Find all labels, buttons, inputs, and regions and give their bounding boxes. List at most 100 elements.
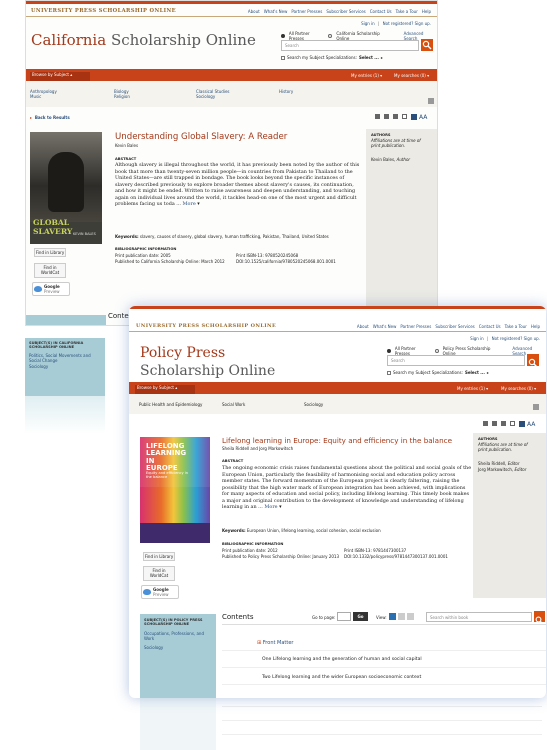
- my-entries-label: My entries (1): [351, 73, 379, 78]
- link-about[interactable]: About: [248, 9, 260, 14]
- search-button[interactable]: [421, 39, 433, 51]
- signup-link[interactable]: Not registered? Sign up.: [383, 21, 431, 26]
- print-icon[interactable]: [375, 114, 380, 119]
- search-within-button[interactable]: [534, 611, 545, 625]
- subject-link[interactable]: History: [279, 89, 293, 94]
- author-name[interactable]: Sheila Riddell,: [478, 461, 506, 466]
- subject-item[interactable]: Sociology: [25, 363, 105, 370]
- save-icon[interactable]: [492, 421, 497, 426]
- collapse-icon[interactable]: [533, 404, 539, 410]
- link-partner-presses[interactable]: Partner Presses: [291, 9, 322, 14]
- spec-checkbox[interactable]: [281, 55, 285, 60]
- toc-front-matter[interactable]: ⊞ Front Matter: [257, 640, 293, 646]
- spec-checkbox[interactable]: [387, 370, 391, 375]
- my-entries[interactable]: My entries (1) ▾: [351, 73, 382, 78]
- link-contact[interactable]: Contact Us: [479, 324, 501, 329]
- link-about[interactable]: About: [357, 324, 369, 329]
- keywords: slavery, causes of slavery, global slave…: [139, 234, 329, 239]
- collapse-icon[interactable]: [428, 98, 434, 104]
- subject-link[interactable]: Music: [30, 94, 57, 99]
- top-links: About What's New Partner Presses Subscri…: [248, 9, 431, 14]
- radio-site-icon[interactable]: [328, 34, 333, 38]
- more-link[interactable]: More: [183, 201, 196, 207]
- author-name[interactable]: Jorg Markowitsch,: [478, 467, 513, 472]
- email-icon[interactable]: [402, 114, 407, 119]
- email-icon[interactable]: [510, 421, 515, 426]
- back-to-results[interactable]: ▸ Back to Results: [30, 115, 70, 120]
- google-preview-button[interactable]: Google Preview: [32, 282, 70, 296]
- back-label: Back to Results: [34, 115, 70, 120]
- page-input[interactable]: [337, 612, 351, 621]
- save-icon[interactable]: [384, 114, 389, 119]
- link-help[interactable]: Help: [531, 324, 540, 329]
- subject-item[interactable]: Occupations, Professions, and Work: [140, 629, 216, 643]
- find-in-library-button[interactable]: Find in Library: [143, 552, 175, 561]
- book-title: Understanding Global Slavery: A Reader: [115, 132, 288, 142]
- top-links: About What's New Partner Presses Subscri…: [357, 324, 540, 329]
- abstract-label: ABSTRACT: [222, 459, 244, 463]
- signin-link[interactable]: Sign in: [470, 336, 484, 341]
- link-partner-presses[interactable]: Partner Presses: [400, 324, 431, 329]
- subject-link[interactable]: Public Health and Epidemiology: [139, 402, 202, 407]
- subject-item[interactable]: Politics, Social Movements and Social Ch…: [25, 353, 105, 363]
- print-date: Print publication date: 2012: [222, 548, 278, 553]
- google-preview-button[interactable]: Google Preview: [141, 585, 179, 599]
- spec-select[interactable]: Select ...: [359, 55, 379, 60]
- compact-view-icon[interactable]: [407, 613, 414, 620]
- search-within-input[interactable]: Search within book: [426, 612, 532, 622]
- subject-link[interactable]: Sociology: [304, 402, 323, 407]
- share-icon[interactable]: [411, 114, 417, 120]
- author-entry: Jorg Markowitsch, Editor: [478, 467, 526, 472]
- author-name[interactable]: Kevin Bales,: [371, 157, 395, 162]
- browse-by-subject-tab[interactable]: Browse by Subject ▴: [135, 385, 195, 394]
- browse-by-subject-tab[interactable]: Browse by Subject ▴: [30, 72, 90, 81]
- link-subscriber-services[interactable]: Subscriber Services: [326, 9, 365, 14]
- pen-icon[interactable]: [393, 114, 398, 119]
- find-in-worldcat-button[interactable]: Find in WorldCat: [34, 263, 66, 278]
- subject-link[interactable]: Religion: [114, 94, 130, 99]
- subject-item[interactable]: Sociology: [140, 643, 216, 652]
- find-in-library-button[interactable]: Find in Library: [34, 248, 66, 257]
- text-size-icon[interactable]: AA: [527, 421, 535, 428]
- chevron-up-icon: ▴: [175, 385, 178, 390]
- list-view-icon[interactable]: [389, 613, 396, 620]
- search-input[interactable]: Search: [387, 355, 525, 366]
- subject-link[interactable]: Social Work: [222, 402, 245, 407]
- doi: DOI:10.1332/policypress/9781447300137.00…: [344, 554, 448, 559]
- subject-link[interactable]: Sociology: [196, 94, 230, 99]
- search-button[interactable]: [527, 354, 539, 368]
- link-help[interactable]: Help: [422, 9, 431, 14]
- link-subscriber-services[interactable]: Subscriber Services: [435, 324, 474, 329]
- my-searches[interactable]: My searches (0) ▾: [501, 386, 536, 391]
- my-entries[interactable]: My entries (1) ▾: [457, 386, 488, 391]
- my-searches[interactable]: My searches (0) ▾: [394, 73, 429, 78]
- link-contact[interactable]: Contact Us: [370, 9, 392, 14]
- text-size-icon[interactable]: AA: [419, 114, 427, 121]
- book-author: Kevin Bales: [115, 143, 139, 148]
- spec-select[interactable]: Select ...: [465, 370, 485, 375]
- preview-label: Preview: [44, 289, 60, 294]
- toc-chapter[interactable]: Two Lifelong learning and the wider Euro…: [262, 675, 421, 681]
- print-icon[interactable]: [483, 421, 488, 426]
- print-date: Print publication date: 2005: [115, 253, 171, 258]
- link-whats-new[interactable]: What's New: [373, 324, 397, 329]
- share-icon[interactable]: [519, 421, 525, 427]
- radio-all-icon[interactable]: [387, 349, 391, 353]
- find-in-worldcat-button[interactable]: Find in WorldCat: [143, 566, 175, 581]
- google-preview-icon: [34, 286, 42, 292]
- go-button[interactable]: Go: [353, 612, 368, 621]
- pen-icon[interactable]: [501, 421, 506, 426]
- radio-all-icon[interactable]: [281, 34, 285, 38]
- search-input[interactable]: Search: [281, 40, 419, 51]
- radio-site-icon[interactable]: [434, 349, 439, 353]
- signup-link[interactable]: Not registered? Sign up.: [492, 336, 540, 341]
- link-whats-new[interactable]: What's New: [264, 9, 288, 14]
- toc-chapter[interactable]: One Lifelong learning and the generation…: [262, 657, 422, 663]
- keywords: European Union, lifelong learning, socia…: [246, 528, 381, 533]
- signin-link[interactable]: Sign in: [361, 21, 375, 26]
- abstract: Although slavery is illegal throughout t…: [115, 162, 363, 208]
- link-tour[interactable]: Take a Tour: [505, 324, 527, 329]
- link-tour[interactable]: Take a Tour: [396, 9, 418, 14]
- expanded-view-icon[interactable]: [398, 613, 405, 620]
- more-link[interactable]: More: [264, 504, 277, 510]
